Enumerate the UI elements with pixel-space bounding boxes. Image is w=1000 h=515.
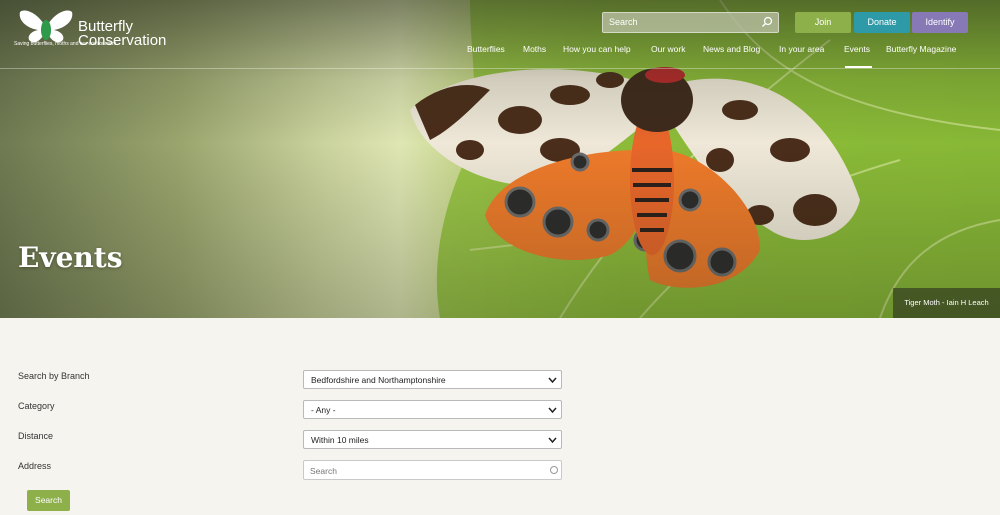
branch-select-value: Bedfordshire and Northamptonshire xyxy=(311,375,446,385)
branch-select[interactable]: Bedfordshire and Northamptonshire xyxy=(303,370,562,389)
location-icon[interactable] xyxy=(550,466,558,474)
distance-select-value: Within 10 miles xyxy=(311,435,369,445)
events-search-button[interactable]: Search xyxy=(27,490,70,511)
nav-in-your-area[interactable]: In your area xyxy=(779,44,824,54)
category-select[interactable]: - Any - xyxy=(303,400,562,419)
hero-banner: Butterfly Conservation Saving butterflie… xyxy=(0,0,1000,318)
nav-moths[interactable]: Moths xyxy=(523,44,546,54)
address-label: Address xyxy=(18,461,52,471)
nav-butterflies[interactable]: Butterflies xyxy=(467,44,505,54)
photo-credit: Tiger Moth - Iain H Leach xyxy=(893,288,1000,318)
butterfly-logo-icon xyxy=(19,10,73,43)
nav-our-work[interactable]: Our work xyxy=(651,44,685,54)
site-search-placeholder: Search xyxy=(609,17,638,27)
nav-butterfly-magazine[interactable]: Butterfly Magazine xyxy=(886,44,956,54)
search-icon[interactable] xyxy=(761,16,773,28)
donate-button[interactable]: Donate xyxy=(854,12,910,33)
join-button[interactable]: Join xyxy=(795,12,851,33)
address-input[interactable]: Search xyxy=(303,460,562,480)
chevron-down-icon xyxy=(548,437,557,444)
nav-divider xyxy=(0,68,1000,69)
nav-how-you-can-help[interactable]: How you can help xyxy=(563,44,631,54)
distance-select[interactable]: Within 10 miles xyxy=(303,430,562,449)
chevron-down-icon xyxy=(548,407,557,414)
page-title: Events xyxy=(18,241,123,274)
branch-label: Search by Branch xyxy=(18,371,90,381)
site-search-input[interactable]: Search xyxy=(602,12,779,33)
category-select-value: - Any - xyxy=(311,405,336,415)
logo-tagline: Saving butterflies, moths and our enviro… xyxy=(14,41,116,47)
chevron-down-icon xyxy=(548,377,557,384)
identify-button[interactable]: Identify xyxy=(912,12,968,33)
nav-news-and-blog[interactable]: News and Blog xyxy=(703,44,760,54)
category-label: Category xyxy=(18,401,55,411)
address-placeholder: Search xyxy=(310,466,337,476)
distance-label: Distance xyxy=(18,431,54,441)
nav-events[interactable]: Events xyxy=(844,44,870,54)
